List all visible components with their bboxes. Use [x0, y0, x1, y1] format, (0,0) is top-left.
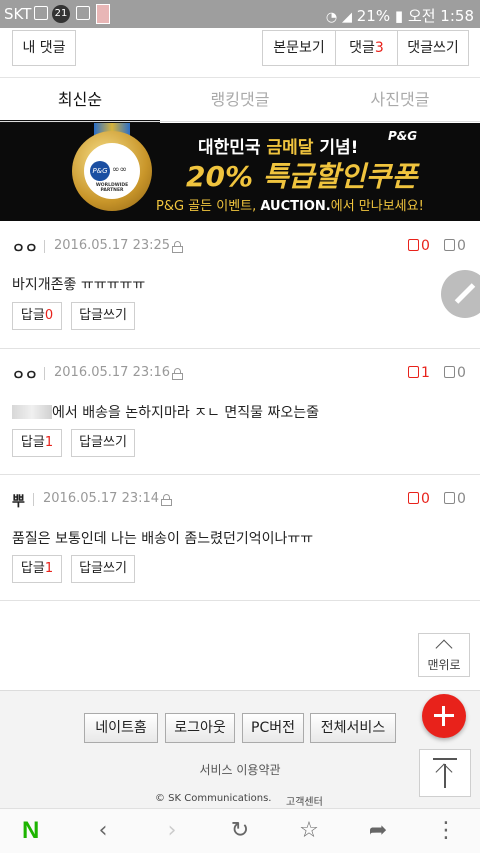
thumbs-down-icon: [444, 492, 455, 504]
comment-text: 에서 배송을 논하지마라 ㅈㄴ 면직물 짜오는줄: [12, 402, 319, 422]
share-icon[interactable]: ➦: [364, 817, 392, 845]
terms-link[interactable]: 서비스 이용약관: [0, 761, 480, 778]
write-reply-button[interactable]: 답글쓰기: [71, 302, 135, 330]
comment-author: ㅇㅇ: [12, 241, 38, 257]
view-article-button[interactable]: 본문보기: [262, 30, 336, 66]
chevron-up-icon: [435, 639, 453, 657]
support-link[interactable]: 고객센터: [286, 793, 323, 808]
reply-count-button[interactable]: 답글1: [12, 429, 62, 457]
olympic-rings-icon: ∞∞: [112, 165, 127, 175]
reply-count-button[interactable]: 답글1: [12, 555, 62, 583]
write-reply-button[interactable]: 답글쓰기: [71, 555, 135, 583]
refresh-icon[interactable]: ↻: [226, 817, 254, 845]
banner-coupon: 20% 특급할인쿠폰: [186, 160, 418, 193]
tab-ranking[interactable]: 랭킹댓글: [160, 78, 320, 123]
signal-icon: ◢: [341, 10, 352, 25]
carrier-label: SKT: [4, 5, 32, 23]
dislike-button[interactable]: 0: [444, 365, 466, 381]
comments-count-button[interactable]: 댓글3: [335, 30, 398, 66]
tab-photo[interactable]: 사진댓글: [320, 78, 480, 123]
copyright: © SK Communications.: [155, 793, 272, 804]
dislike-button[interactable]: 0: [444, 491, 466, 507]
scroll-to-top-button[interactable]: 맨위로: [418, 633, 470, 677]
more-menu-icon[interactable]: ⋮: [432, 817, 460, 845]
report-icon[interactable]: [172, 368, 183, 380]
dislike-button[interactable]: 0: [444, 238, 466, 254]
ad-banner[interactable]: P&G ∞∞ WORLDWIDE PARTNER 대한민국 금메달 기념! P&…: [0, 123, 480, 221]
comments-label: 댓글: [349, 40, 375, 56]
pc-version-button[interactable]: PC버전: [242, 713, 304, 743]
report-icon[interactable]: [161, 494, 172, 506]
blurred-word: [12, 405, 52, 419]
comment-item: ㅇㅇ 2016.05.17 23:16 1 0 에서 배송을 논하지마라 ㅈㄴ …: [0, 365, 480, 475]
star-icon[interactable]: ☆: [295, 817, 323, 845]
notification-badge: 21: [52, 5, 70, 23]
like-button[interactable]: 1: [408, 365, 430, 381]
comment-date: 2016.05.17 23:25: [54, 238, 171, 253]
banner-brand: P&G: [388, 129, 418, 143]
comment-text: 품질은 보통인데 나는 배송이 좀느렸던기억이나ㅠㅠ: [12, 531, 314, 547]
write-reply-button[interactable]: 답글쓰기: [71, 429, 135, 457]
battery-percent: 21%: [356, 7, 391, 25]
battery-icon: ▮: [394, 7, 404, 25]
screen-record-icon: [34, 6, 48, 20]
thumbs-up-icon: [408, 366, 419, 378]
my-comments-button[interactable]: 내 댓글: [12, 30, 76, 66]
comment-date: 2016.05.17 23:16: [54, 365, 171, 380]
comment-date: 2016.05.17 23:14: [43, 491, 160, 506]
reply-count-button[interactable]: 답글0: [12, 302, 62, 330]
thumbs-down-icon: [444, 239, 455, 251]
write-comment-button[interactable]: 댓글쓰기: [397, 30, 469, 66]
comment-author: ㅇㅇ: [12, 368, 38, 384]
comment-item: 뿌 2016.05.17 23:14 0 0 품질은 보통인데 나는 배송이 좀…: [0, 491, 480, 601]
wifi-icon: ◔: [325, 10, 338, 25]
pencil-icon: [454, 283, 476, 304]
app-notification-icon: [96, 4, 110, 24]
nate-home-button[interactable]: 네이트홈: [84, 713, 158, 743]
clock: 오전 1:58: [407, 7, 474, 25]
tab-latest[interactable]: 최신순: [0, 78, 160, 123]
pg-logo: P&G: [90, 161, 110, 181]
medal-caption: WORLDWIDE PARTNER: [95, 183, 129, 193]
tabs-divider: [0, 121, 480, 122]
thumbs-up-icon: [408, 492, 419, 504]
comments-count: 3: [374, 40, 384, 56]
comment-text: 바지개존좋 ㅠㅠㅠㅠㅠ: [12, 277, 146, 293]
comment-toolbar: 내 댓글 본문보기 댓글3 댓글쓰기: [0, 28, 480, 78]
logout-button[interactable]: 로그아웃: [165, 713, 235, 743]
like-button[interactable]: 0: [408, 491, 430, 507]
footer: 네이트홈 로그아웃 PC버전 전체서비스 서비스 이용약관 © SK Commu…: [0, 690, 480, 808]
forward-icon[interactable]: ›: [158, 817, 186, 845]
sort-tabs: 최신순 랭킹댓글 사진댓글: [0, 78, 480, 123]
comment-item: ㅇㅇ 2016.05.17 23:25 0 0 바지개존좋 ㅠㅠㅠㅠㅠ 답글0 …: [0, 238, 480, 348]
scroll-to-top-label: 맨위로: [427, 658, 461, 672]
status-bar: SKT 21 ◔ ◢ 21% ▮ 오전 1:58: [0, 0, 480, 28]
like-button[interactable]: 0: [408, 238, 430, 254]
page-top-button[interactable]: [419, 749, 471, 797]
thumbs-up-icon: [408, 239, 419, 251]
thumbs-down-icon: [444, 366, 455, 378]
report-icon[interactable]: [172, 241, 183, 253]
all-services-button[interactable]: 전체서비스: [310, 713, 396, 743]
banner-subline: P&G 골든 이벤트, AUCTION.에서 만나보세요!: [156, 199, 424, 214]
comment-author: 뿌: [12, 494, 25, 510]
add-fab[interactable]: [422, 694, 466, 738]
image-icon: [76, 6, 90, 20]
back-icon[interactable]: ‹: [89, 817, 117, 845]
browser-nav-bar: N ‹ › ↻ ☆ ➦ ⋮: [0, 808, 480, 853]
gold-medal-image: P&G ∞∞ WORLDWIDE PARTNER: [72, 131, 152, 211]
naver-home-icon[interactable]: N: [22, 817, 39, 845]
